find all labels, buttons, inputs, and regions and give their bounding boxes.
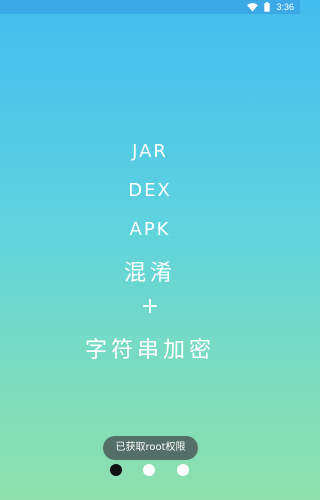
feature-jar: JAR — [132, 141, 168, 162]
page-dot-3[interactable] — [177, 464, 189, 476]
page-dot-2[interactable] — [143, 464, 155, 476]
feature-string-encryption: 字符串加密 — [84, 338, 215, 363]
page-indicator — [110, 464, 190, 478]
feature-dex: DEX — [128, 180, 172, 201]
feature-obfuscation: 混淆 — [123, 261, 176, 286]
root-granted-toast: 已获取root权限 — [103, 436, 198, 460]
feature-plus: + — [140, 294, 160, 319]
page-dot-1[interactable] — [110, 464, 122, 476]
feature-apk: APK — [129, 219, 171, 240]
feature-list: JAR DEX APK 混淆 + 字符串加密 — [0, 0, 300, 500]
